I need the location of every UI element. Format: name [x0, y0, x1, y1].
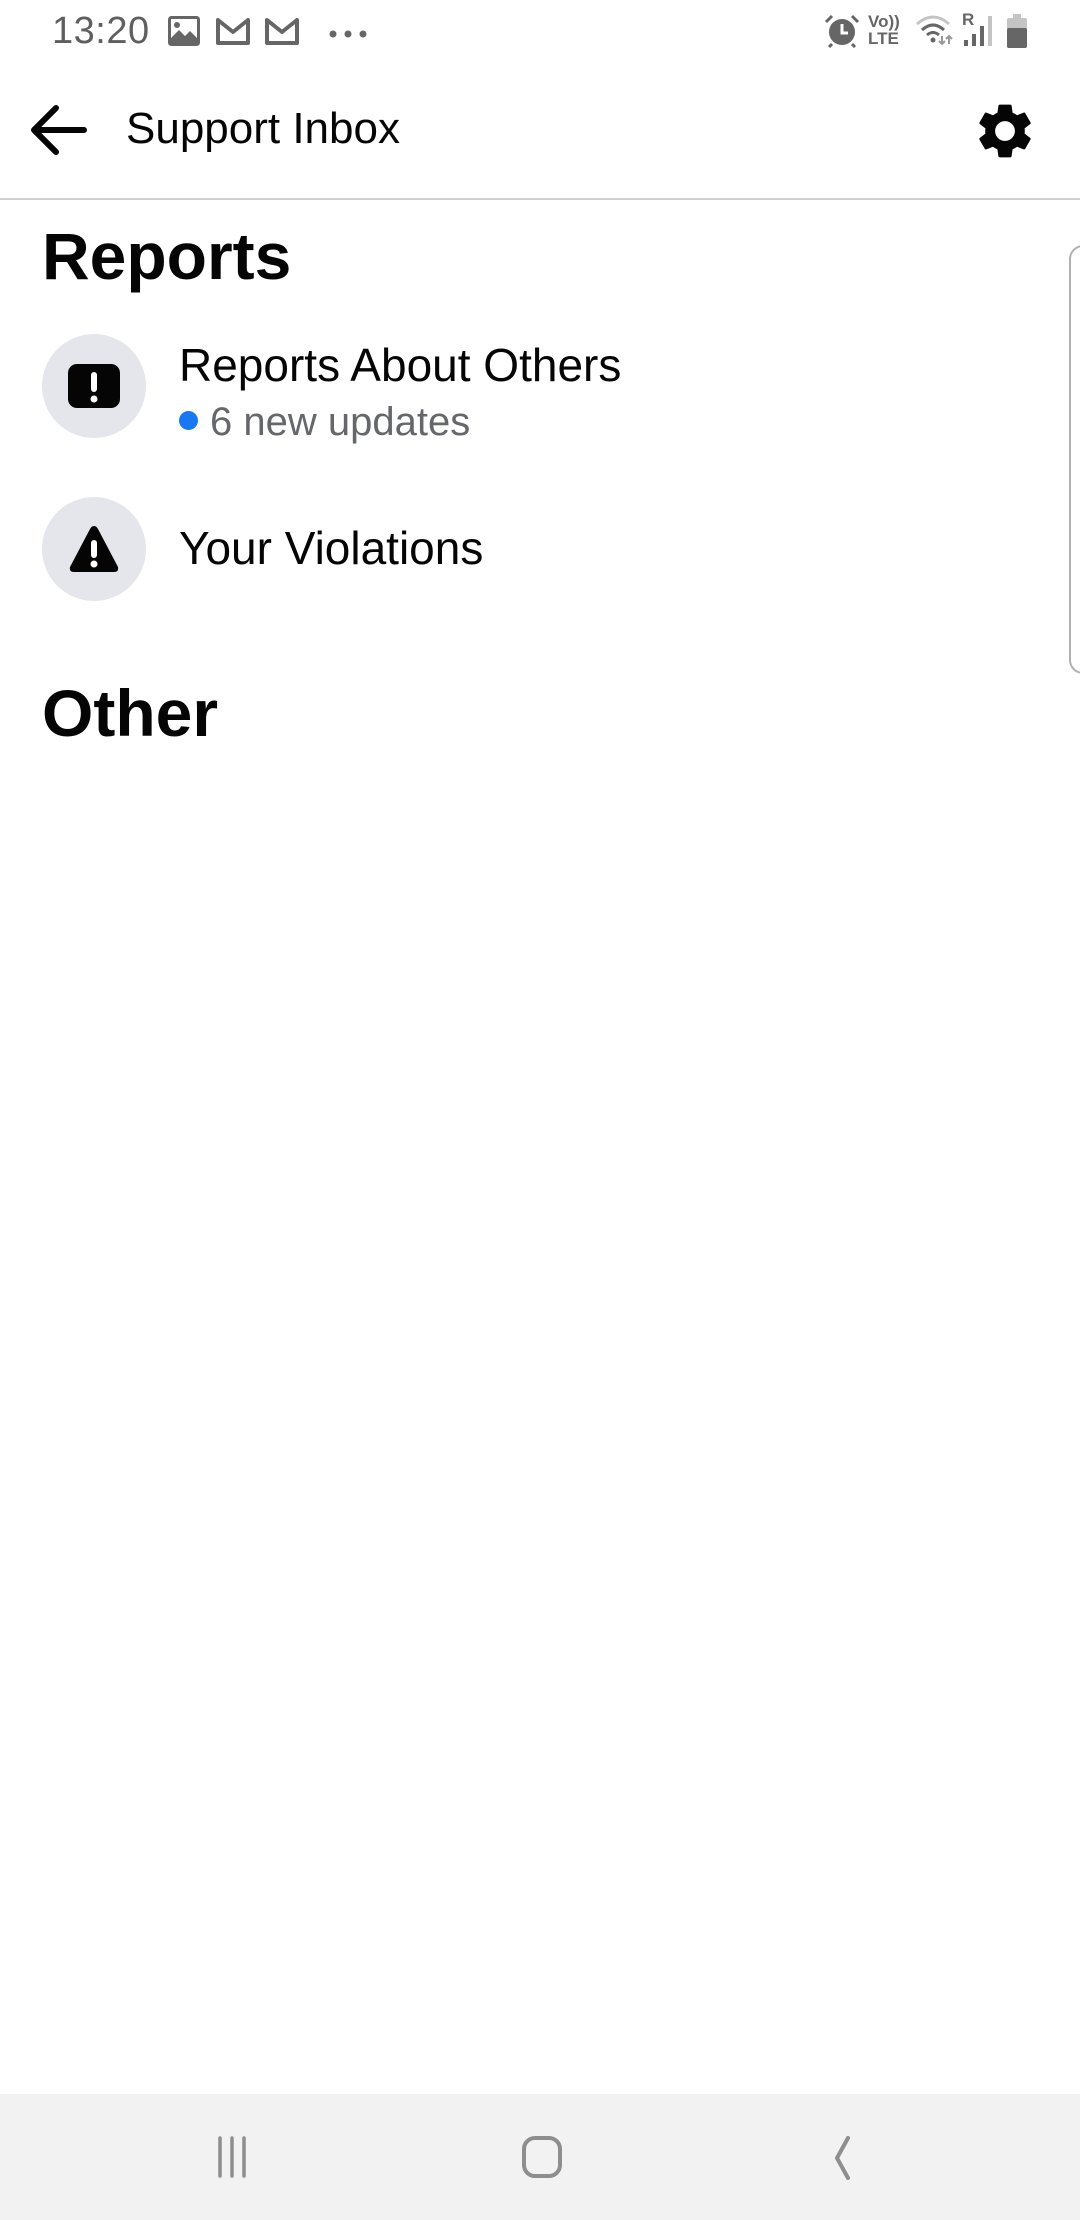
updates-count-text: 6 new updates: [210, 400, 471, 444]
back-button[interactable]: [28, 100, 92, 160]
icon-circle: [42, 334, 146, 438]
recent-apps-icon: [218, 2136, 246, 2178]
section-title-other: Other: [42, 676, 219, 750]
recent-apps-button[interactable]: [200, 2124, 280, 2190]
icon-circle: [42, 497, 146, 601]
system-back-button[interactable]: [806, 2124, 886, 2190]
arrow-left-icon: [31, 105, 87, 155]
list-item-reports-about-others[interactable]: Reports About Others 6 new updates: [0, 330, 1060, 450]
status-time: 13:20: [52, 10, 150, 52]
volte-icon: Vo)) LTE: [868, 12, 900, 48]
gear-icon: [979, 104, 1031, 158]
status-bar: 13:20 Vo)) LTE R: [0, 0, 1080, 62]
warning-triangle-icon: [69, 526, 119, 572]
item-title: Reports About Others: [179, 339, 622, 391]
item-title: Your Violations: [179, 522, 484, 574]
more-notifications-icon: [328, 26, 368, 44]
top-app-bar: Support Inbox: [0, 62, 1080, 200]
signal-roaming-icon: R: [962, 10, 994, 53]
page-title: Support Inbox: [126, 104, 400, 153]
edge-panel-handle[interactable]: [1069, 245, 1080, 674]
settings-button[interactable]: [972, 98, 1038, 164]
chevron-left-icon: [835, 2136, 850, 2180]
alarm-icon: [824, 14, 860, 53]
gmail-icon: [215, 17, 251, 50]
section-title-reports: Reports: [42, 219, 292, 293]
gmail-icon: [264, 17, 300, 50]
wifi-icon: [915, 14, 955, 51]
system-nav-bar: [0, 2094, 1080, 2220]
exclamation-square-icon: [68, 364, 120, 408]
home-button[interactable]: [501, 2124, 581, 2190]
home-icon: [522, 2136, 562, 2178]
unread-dot: [179, 410, 198, 430]
gallery-icon: [168, 16, 200, 51]
list-item-your-violations[interactable]: Your Violations: [0, 495, 1060, 607]
updates-status: 6 new updates: [179, 400, 470, 445]
battery-icon: [1006, 14, 1028, 53]
